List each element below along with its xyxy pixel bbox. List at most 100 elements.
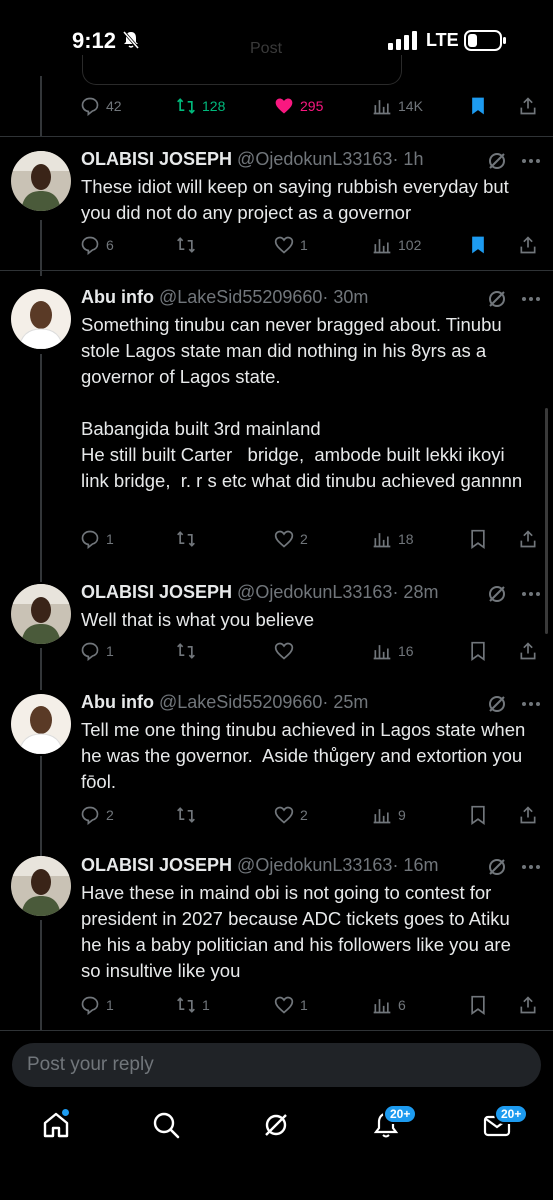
avatar[interactable] — [11, 856, 71, 916]
bookmark-icon — [471, 995, 485, 1015]
reply-input[interactable] — [27, 1043, 527, 1087]
user-handle[interactable]: @OjedokunL33163 — [237, 149, 392, 169]
user-handle[interactable]: @LakeSid55209660 — [159, 692, 322, 712]
reply-tweet[interactable]: Abu info @LakeSid55209660· 25m Tell me o… — [0, 672, 553, 837]
grok-icon[interactable] — [486, 583, 508, 605]
thread-line — [40, 354, 42, 582]
tweet-text: Well that is what you believe — [81, 609, 315, 630]
top-post-actions: 42 128 295 14K — [80, 94, 540, 118]
like-button[interactable]: 2 — [274, 527, 308, 551]
bookmark-button[interactable] — [468, 803, 488, 827]
home-notification-dot — [61, 1108, 70, 1117]
repost-button[interactable] — [176, 527, 202, 551]
reply-icon — [81, 236, 99, 255]
share-icon — [520, 806, 536, 824]
display-name[interactable]: Abu info — [81, 287, 154, 307]
like-button[interactable]: 295 — [274, 94, 323, 118]
tweet-text: Have these in maind obi is not going to … — [81, 882, 516, 981]
display-name[interactable]: Abu info — [81, 692, 154, 712]
bookmark-button[interactable] — [468, 639, 488, 663]
share-button[interactable] — [518, 233, 538, 257]
repost-button[interactable] — [176, 803, 202, 827]
views-button[interactable]: 18 — [372, 527, 414, 551]
share-button[interactable] — [518, 803, 538, 827]
views-button[interactable]: 102 — [372, 233, 421, 257]
share-button[interactable] — [518, 993, 538, 1017]
repost-icon — [177, 643, 195, 659]
repost-button[interactable]: 1 — [176, 993, 210, 1017]
reply-icon — [81, 996, 99, 1015]
like-button[interactable]: 1 — [274, 233, 308, 257]
repost-count: 128 — [202, 98, 226, 114]
views-button[interactable]: 16 — [372, 639, 414, 663]
reply-box[interactable] — [12, 1043, 541, 1087]
scrollbar[interactable] — [545, 408, 548, 634]
reply-button[interactable]: 1 — [80, 639, 114, 663]
like-button[interactable] — [274, 639, 300, 663]
battery-icon — [464, 30, 506, 51]
repost-button[interactable] — [176, 233, 202, 257]
share-button[interactable] — [518, 94, 538, 118]
tab-grok[interactable] — [261, 1110, 291, 1140]
grok-icon[interactable] — [486, 693, 508, 715]
avatar[interactable] — [11, 584, 71, 644]
search-icon — [153, 1112, 180, 1139]
views-icon — [373, 999, 391, 1014]
grok-icon[interactable] — [486, 856, 508, 878]
like-button[interactable]: 1 — [274, 993, 308, 1017]
share-button[interactable] — [518, 639, 538, 663]
more-options-icon[interactable] — [520, 583, 542, 605]
repost-button[interactable]: 128 — [176, 94, 225, 118]
grok-icon[interactable] — [486, 288, 508, 310]
reply-tweet[interactable]: OLABISI JOSEPH @OjedokunL33163· 1h These… — [0, 136, 553, 266]
more-options-icon[interactable] — [520, 288, 542, 310]
tweet-actions: 6 1 102 — [80, 233, 540, 257]
avatar[interactable] — [11, 151, 71, 211]
like-button[interactable]: 2 — [274, 803, 308, 827]
thread-line — [40, 756, 42, 856]
repost-button[interactable] — [176, 639, 202, 663]
display-name[interactable]: OLABISI JOSEPH — [81, 149, 232, 169]
tab-notifications[interactable]: 20+ — [371, 1104, 418, 1140]
avatar[interactable] — [11, 289, 71, 349]
more-options-icon[interactable] — [520, 150, 542, 172]
reply-button[interactable]: 6 — [80, 233, 114, 257]
user-handle[interactable]: @LakeSid55209660 — [159, 287, 322, 307]
tweet-time: · 16m — [392, 855, 439, 875]
grok-icon[interactable] — [486, 150, 508, 172]
views-button[interactable]: 9 — [372, 803, 406, 827]
views-button[interactable]: 6 — [372, 993, 406, 1017]
tab-search[interactable] — [151, 1110, 181, 1140]
bookmark-button[interactable] — [468, 94, 488, 118]
tab-messages[interactable]: 20+ — [482, 1104, 529, 1140]
bookmark-button[interactable] — [468, 993, 488, 1017]
heart-filled-icon — [275, 98, 293, 114]
reply-button[interactable]: 1 — [80, 993, 114, 1017]
bookmark-button[interactable] — [468, 527, 488, 551]
more-options-icon[interactable] — [520, 856, 542, 878]
thread-line — [40, 920, 42, 1030]
reply-button[interactable]: 42 — [80, 94, 122, 118]
tab-home[interactable] — [41, 1108, 71, 1140]
views-count: 6 — [398, 997, 406, 1013]
user-handle[interactable]: @OjedokunL33163 — [237, 582, 392, 602]
reply-tweet[interactable]: Abu info @LakeSid55209660· 30m Something… — [0, 270, 553, 570]
reply-button[interactable]: 2 — [80, 803, 114, 827]
reply-tweet[interactable]: OLABISI JOSEPH @OjedokunL33163· 28m Well… — [0, 566, 553, 676]
repost-icon — [177, 807, 195, 823]
display-name[interactable]: OLABISI JOSEPH — [81, 855, 232, 875]
bookmark-button[interactable] — [468, 233, 488, 257]
share-button[interactable] — [518, 527, 538, 551]
more-options-icon[interactable] — [520, 693, 542, 715]
reply-icon — [81, 530, 99, 549]
display-name[interactable]: OLABISI JOSEPH — [81, 582, 232, 602]
tweet-time: · 28m — [392, 582, 439, 602]
avatar[interactable] — [11, 694, 71, 754]
bookmark-icon — [471, 641, 485, 661]
reply-button[interactable]: 1 — [80, 527, 114, 551]
views-button[interactable]: 14K — [372, 94, 423, 118]
tweet-actions: 1 1 1 6 — [80, 993, 540, 1017]
user-handle[interactable]: @OjedokunL33163 — [237, 855, 392, 875]
bottom-tab-bar: 20+ 20+ — [0, 1100, 553, 1156]
reply-tweet[interactable]: OLABISI JOSEPH @OjedokunL33163· 16m Have… — [0, 836, 553, 1030]
